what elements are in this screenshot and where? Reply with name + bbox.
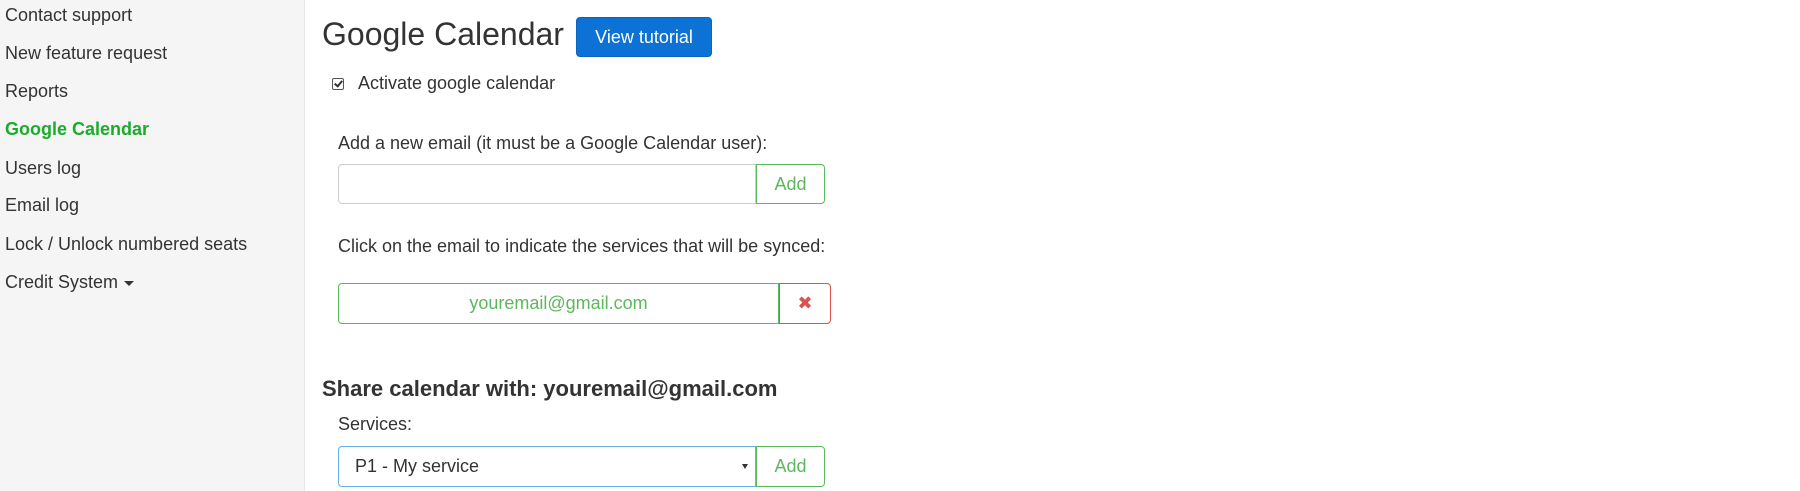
close-icon: ✖ — [797, 293, 813, 314]
sidebar-item-email-log[interactable]: Email log — [5, 194, 79, 216]
email-item-button[interactable]: youremail@gmail.com — [338, 283, 779, 324]
app-layout: Contact support New feature request Repo… — [0, 0, 1800, 491]
sidebar-item-lock-unlock-seats[interactable]: Lock / Unlock numbered seats — [5, 233, 247, 255]
remove-email-button[interactable]: ✖ — [779, 283, 831, 324]
sidebar-item-credit-system[interactable]: Credit System — [5, 271, 135, 293]
page-title: Google Calendar — [322, 16, 564, 52]
activate-calendar-label: Activate google calendar — [358, 73, 556, 93]
add-email-button[interactable]: Add — [756, 164, 825, 204]
selected-service: P1 - My service — [355, 456, 480, 476]
services-label: Services: — [338, 414, 413, 434]
email-input[interactable] — [338, 164, 756, 204]
sidebar: Contact support New feature request Repo… — [0, 0, 305, 491]
email-instruction: Click on the email to indicate the servi… — [338, 236, 826, 256]
sidebar-item-google-calendar[interactable]: Google Calendar — [5, 118, 149, 140]
view-tutorial-button[interactable]: View tutorial — [576, 17, 712, 57]
activate-checkbox[interactable] — [332, 77, 344, 90]
add-service-button[interactable]: Add — [756, 446, 825, 487]
sidebar-item-users-log[interactable]: Users log — [5, 157, 81, 179]
sidebar-item-label: Credit System — [5, 272, 119, 292]
activate-calendar-row[interactable]: Activate google calendar — [332, 73, 555, 94]
select-arrow-icon — [742, 464, 748, 469]
main-content: Google Calendar View tutorial Activate g… — [306, 0, 1800, 491]
sidebar-item-contact-support[interactable]: Contact support — [5, 4, 132, 26]
sidebar-item-reports[interactable]: Reports — [5, 80, 68, 102]
caret-down-icon — [124, 280, 135, 286]
services-select[interactable]: P1 - My service — [338, 446, 756, 487]
add-email-label: Add a new email (it must be a Google Cal… — [338, 133, 768, 153]
share-calendar-title: Share calendar with: youremail@gmail.com — [322, 376, 778, 401]
sidebar-item-new-feature-request[interactable]: New feature request — [5, 42, 167, 64]
